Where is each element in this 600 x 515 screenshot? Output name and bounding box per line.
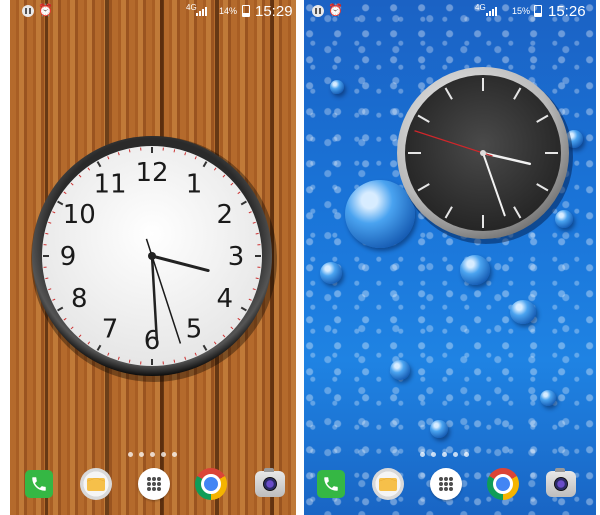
- page-dot: [453, 452, 458, 457]
- envelope-icon: [379, 477, 397, 491]
- page-dot: [464, 452, 469, 457]
- page-indicator[interactable]: [420, 452, 469, 457]
- phone-icon[interactable]: [25, 470, 53, 498]
- analog-clock-widget[interactable]: [300, 0, 600, 515]
- apps-icon[interactable]: [138, 468, 170, 500]
- clock-numeral: 10: [63, 200, 96, 230]
- tick-mark: [128, 149, 131, 153]
- page-dot: [420, 452, 425, 457]
- page-dot: [128, 452, 133, 457]
- tick-mark: [45, 232, 49, 235]
- clock-numeral: 9: [60, 242, 77, 272]
- tick-mark: [255, 277, 259, 280]
- camera-icon[interactable]: [255, 468, 285, 497]
- tick-mark: [255, 232, 259, 235]
- clock-center-pin: [148, 252, 156, 260]
- camera-icon[interactable]: [546, 468, 576, 497]
- home-screen-left: ⏰ 4G 14% 15:29 12 1 2 3 4 5 6 7 8 9 10 11: [0, 0, 300, 515]
- dock: [0, 468, 300, 504]
- page-dot: [172, 452, 177, 457]
- tick-mark: [128, 359, 131, 363]
- page-dot: [139, 452, 144, 457]
- tick-mark: [45, 277, 49, 280]
- analog-clock-widget[interactable]: 12 12 3 45678 9 1011: [0, 0, 300, 515]
- envelope-icon: [87, 477, 105, 491]
- tick-mark: [173, 149, 176, 153]
- clock-numeral: 11: [93, 169, 126, 199]
- clock-numeral: 7: [102, 315, 119, 345]
- messages-icon[interactable]: [372, 468, 404, 500]
- phone-icon[interactable]: [317, 470, 345, 498]
- page-dot: [150, 452, 155, 457]
- chrome-icon[interactable]: [195, 468, 227, 500]
- clock-numeral: 6: [144, 326, 161, 356]
- home-screen-right: ⏰ 4G 15% 15:26: [300, 0, 600, 515]
- page-dot: [431, 452, 436, 457]
- clock-numeral: 5: [186, 315, 203, 345]
- page-dot: [442, 452, 447, 457]
- dock: [300, 468, 600, 504]
- messages-icon[interactable]: [80, 468, 112, 500]
- apps-icon[interactable]: [430, 468, 462, 500]
- clock-numeral: 4: [216, 284, 233, 314]
- clock-center-pin: [480, 150, 486, 156]
- clock-numeral: 2: [216, 200, 233, 230]
- clock-numeral: 12: [135, 158, 168, 188]
- tick-mark: [173, 359, 176, 363]
- page-indicator[interactable]: [128, 452, 177, 457]
- clock-numeral: 3: [228, 242, 245, 272]
- chrome-icon[interactable]: [487, 468, 519, 500]
- clock-numeral: 1: [186, 169, 203, 199]
- clock-numeral: 8: [71, 284, 88, 314]
- page-dot: [161, 452, 166, 457]
